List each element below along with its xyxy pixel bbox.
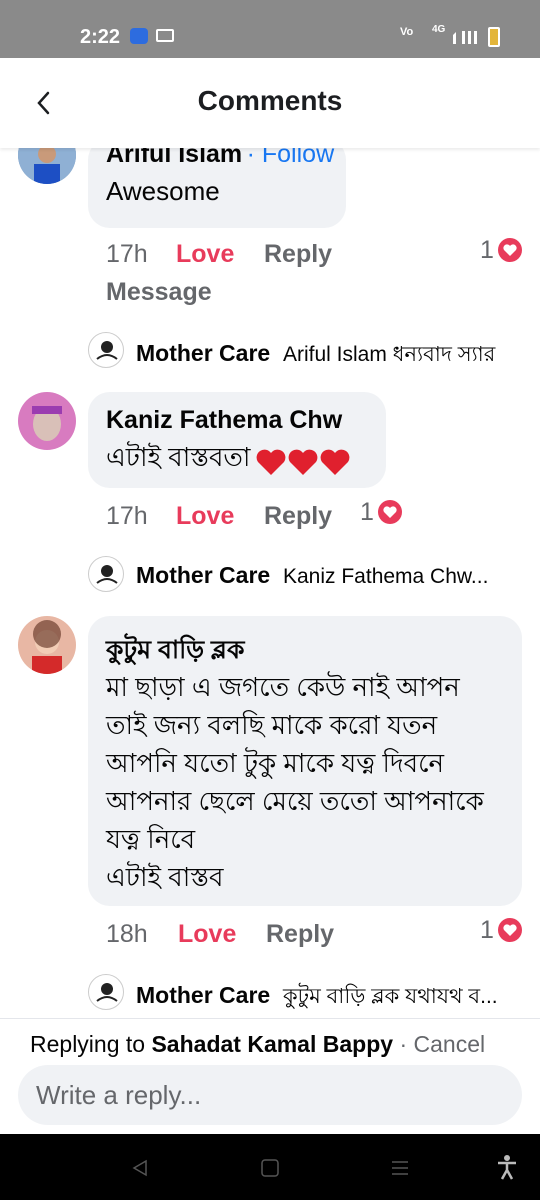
heart-icon[interactable] (498, 918, 522, 942)
avatar[interactable] (18, 392, 76, 450)
signal-icon (440, 32, 456, 44)
comment-bubble[interactable]: কুটুম বাড়ি ব্লক মা ছাড়া এ জগতে কেউ নাই… (88, 616, 522, 906)
page-reply-author[interactable]: Mother Care (136, 562, 270, 588)
comment-line: মা ছাড়া এ জগতে কেউ নাই আপন (106, 672, 460, 702)
menu-lines-icon[interactable] (390, 1158, 410, 1178)
comment-bubble[interactable]: Kaniz Fathema Chw এটাই বাস্তবতা (88, 392, 386, 488)
page-title: Comments (197, 85, 343, 116)
comment-line: তাই জন্য বলছি মাকে করো যতন (106, 710, 438, 740)
comment-author[interactable]: Kaniz Fathema Chw (106, 406, 342, 435)
system-nav-bar (0, 1134, 540, 1200)
love-button[interactable]: Love (178, 920, 236, 949)
follow-link[interactable]: · Follow (247, 148, 335, 168)
avatar[interactable] (18, 148, 76, 184)
page-reply[interactable]: Mother Care কুটুম বাড়ি ব্লক যথাযথ ব... (136, 980, 498, 1015)
reply-button[interactable]: Reply (264, 240, 332, 269)
reaction-count[interactable]: 1 (480, 236, 494, 265)
comment-time: 17h (106, 502, 148, 530)
replying-to-prefix: Replying to (30, 1031, 146, 1057)
status-time: 2:22 (80, 26, 121, 48)
comment-text: এটাই বাস্তবতা (106, 442, 251, 472)
comment-author[interactable]: Ariful Islam (106, 148, 242, 168)
comment-line: আপনার ছেলে মেয়ে ততো আপনাকে (106, 786, 484, 816)
message-button[interactable]: Message (106, 278, 212, 307)
replying-to-name[interactable]: Sahadat Kamal Bappy (151, 1031, 393, 1057)
reply-button[interactable]: Reply (264, 502, 332, 531)
page-reply-text: Ariful Islam ধন্যবাদ স্যার (282, 343, 496, 366)
reply-input[interactable] (18, 1065, 522, 1125)
comment-line: এটাই বাস্তব (106, 862, 224, 892)
reaction-count[interactable]: 1 (360, 498, 374, 527)
avatar[interactable] (18, 616, 76, 674)
comment-bubble[interactable]: Ariful Islam · Follow Awesome (88, 148, 346, 228)
page-avatar[interactable] (88, 556, 124, 592)
love-button[interactable]: Love (176, 240, 234, 269)
replying-to: Replying to Sahadat Kamal Bappy · Cancel (30, 1031, 485, 1058)
status-bar: 2:22 Vo 4G (0, 0, 540, 58)
home-square-icon[interactable] (260, 1158, 280, 1178)
accessibility-icon[interactable] (496, 1154, 518, 1180)
comment-author[interactable]: কুটুম বাড়ি ব্লক (106, 630, 244, 673)
page-reply-author[interactable]: Mother Care (136, 982, 270, 1008)
page-avatar[interactable] (88, 332, 124, 368)
comment-time: 18h (106, 920, 148, 948)
comment-time: 17h (106, 240, 148, 268)
battery-icon (488, 27, 500, 47)
comment-line: আপনি যতো টুকু মাকে যত্ন দিবনে (106, 748, 445, 778)
book-icon (156, 29, 174, 42)
love-button[interactable]: Love (176, 502, 234, 531)
page-avatar[interactable] (88, 974, 124, 1010)
page-reply-text: কুটুম বাড়ি ব্লক যথাযথ ব... (282, 985, 498, 1008)
reaction-count[interactable]: 1 (480, 916, 494, 945)
comment-text: মা ছাড়া এ জগতে কেউ নাই আপন তাই জন্য বলছ… (106, 668, 484, 896)
back-triangle-icon[interactable] (130, 1158, 150, 1178)
volte-icon: Vo (400, 26, 414, 38)
heart-icon[interactable] (498, 238, 522, 262)
cancel-button[interactable]: · Cancel (399, 1031, 485, 1057)
comment-line: যত্ন নিবে (106, 824, 196, 854)
comment-text: Awesome (106, 176, 220, 206)
comments-list: Ariful Islam · Follow Awesome 17h Love R… (0, 148, 540, 1018)
reply-bar: Replying to Sahadat Kamal Bappy · Cancel (0, 1018, 540, 1134)
page-reply[interactable]: Mother Care Ariful Islam ধন্যবাদ স্যার (136, 338, 495, 373)
hotspot-icon (130, 28, 148, 44)
comments-header: Comments (0, 58, 540, 148)
reply-button[interactable]: Reply (266, 920, 334, 949)
heart-emoji (256, 449, 350, 475)
page-reply[interactable]: Mother Care Kaniz Fathema Chw... (136, 562, 488, 589)
heart-icon[interactable] (378, 500, 402, 524)
page-reply-text: Kaniz Fathema Chw... (282, 565, 489, 588)
page-reply-author[interactable]: Mother Care (136, 340, 270, 366)
signal-icon-2 (462, 31, 482, 44)
